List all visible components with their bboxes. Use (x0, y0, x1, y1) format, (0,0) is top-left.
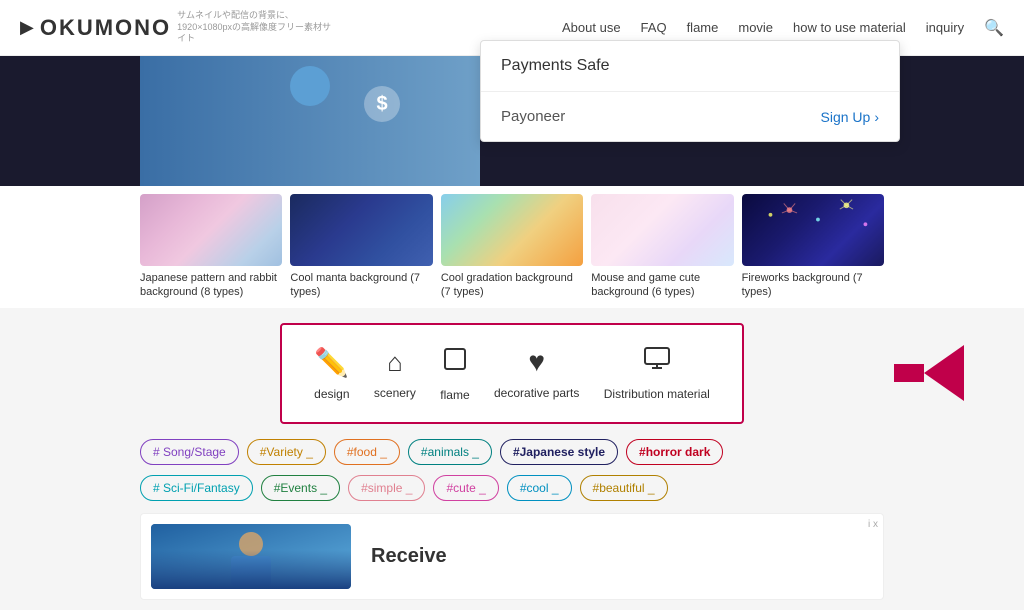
payments-dropdown: Payments Safe Payoneer Sign Up › (480, 40, 900, 142)
thumb-label-3: Cool gradation background (7 types) (441, 271, 583, 300)
signup-link[interactable]: Sign Up › (821, 109, 879, 125)
logo-subtitle: サムネイルや配信の背景に、 1920×1080pxの高解像度フリー素材サイト (177, 10, 337, 45)
signup-arrow-icon: › (874, 109, 879, 125)
payoneer-text: Payoneer (501, 108, 565, 125)
category-flame[interactable]: flame (440, 345, 469, 402)
thumbnail-grid: Japanese pattern and rabbit background (… (0, 186, 1024, 308)
thumb-item-3[interactable]: Cool gradation background (7 types) (441, 194, 583, 300)
nav-flame[interactable]: flame (687, 20, 719, 35)
design-icon: ✏️ (314, 346, 349, 379)
tag-cool[interactable]: #cool _ (507, 475, 572, 501)
category-flame-label: flame (440, 388, 469, 402)
category-scenery-label: scenery (374, 386, 416, 400)
nav-about[interactable]: About use (562, 20, 621, 35)
thumb-img-1 (140, 194, 282, 266)
tags-row-2: # Sci-Fi/Fantasy #Events _ #simple _ #cu… (140, 475, 884, 501)
category-decorative-label: decorative parts (494, 386, 579, 400)
payoneer-row: Payoneer Sign Up › (481, 92, 899, 141)
thumb-item-4[interactable]: Mouse and game cute background (6 types) (591, 194, 733, 300)
tag-scifi[interactable]: # Sci-Fi/Fantasy (140, 475, 253, 501)
category-section: ✏️ design ⌂ scenery flame ♥ decorative p… (280, 323, 744, 424)
thumb-img-5 (742, 194, 884, 266)
category-distribution[interactable]: Distribution material (604, 346, 710, 401)
search-icon[interactable]: 🔍 (984, 18, 1004, 38)
tag-simple[interactable]: #simple _ (348, 475, 425, 501)
category-distribution-label: Distribution material (604, 387, 710, 401)
ad-badge: i x (868, 519, 878, 530)
flame-icon (441, 345, 469, 380)
hero-person: $ (140, 56, 480, 186)
tag-japanese[interactable]: #Japanese style (500, 439, 618, 465)
thumb-label-2: Cool manta background (7 types) (290, 271, 432, 300)
scenery-icon: ⌂ (387, 347, 403, 378)
thumb-label-5: Fireworks background (7 types) (742, 271, 884, 300)
thumb-item-1[interactable]: Japanese pattern and rabbit background (… (140, 194, 282, 300)
thumb-img-3 (441, 194, 583, 266)
dollar-icon: $ (364, 86, 400, 122)
hero-image: $ (140, 56, 480, 186)
thumb-item-5[interactable]: Fireworks background (7 types) (742, 194, 884, 300)
logo-text: OKUMONO (40, 15, 171, 41)
category-design[interactable]: ✏️ design (314, 346, 349, 401)
thumb-label-1: Japanese pattern and rabbit background (… (140, 271, 282, 300)
category-decorative[interactable]: ♥ decorative parts (494, 346, 579, 400)
thumb-img-2 (290, 194, 432, 266)
tag-animals[interactable]: #animals _ (408, 439, 492, 465)
thumb-item-2[interactable]: Cool manta background (7 types) (290, 194, 432, 300)
tag-cute[interactable]: #cute _ (433, 475, 498, 501)
thumb-img-4 (591, 194, 733, 266)
thumb-label-4: Mouse and game cute background (6 types) (591, 271, 733, 300)
heart-icon: ♥ (528, 346, 545, 378)
tag-food[interactable]: #food _ (334, 439, 400, 465)
nav-faq[interactable]: FAQ (641, 20, 667, 35)
arrow-indicator (894, 345, 964, 401)
tag-events[interactable]: #Events _ (261, 475, 340, 501)
payments-safe-text: Payments Safe (481, 41, 899, 92)
receive-image (151, 524, 351, 589)
category-scenery[interactable]: ⌂ scenery (374, 347, 416, 400)
tag-horror[interactable]: #horror dark (626, 439, 723, 465)
tags-section: # Song/Stage #Variety _ #food _ #animals… (140, 439, 884, 501)
nav-how-to-use[interactable]: how to use material (793, 20, 906, 35)
tag-song-stage[interactable]: # Song/Stage (140, 439, 239, 465)
monitor-icon (643, 346, 671, 379)
receive-text: Receive (351, 535, 467, 578)
signup-text: Sign Up (821, 109, 871, 125)
logo[interactable]: ▶ OKUMONO サムネイルや配信の背景に、 1920×1080pxの高解像度… (20, 10, 337, 45)
tag-variety[interactable]: #Variety _ (247, 439, 326, 465)
nav-movie[interactable]: movie (738, 20, 773, 35)
tags-row-1: # Song/Stage #Variety _ #food _ #animals… (140, 439, 884, 465)
category-design-label: design (314, 387, 349, 401)
main-nav: About use FAQ flame movie how to use mat… (562, 18, 1004, 38)
logo-play-icon: ▶ (20, 17, 34, 38)
receive-section: i x Receive (140, 513, 884, 600)
nav-inquiry[interactable]: inquiry (926, 20, 964, 35)
tag-beautiful[interactable]: #beautiful _ (580, 475, 668, 501)
receive-title: Receive (371, 545, 447, 568)
